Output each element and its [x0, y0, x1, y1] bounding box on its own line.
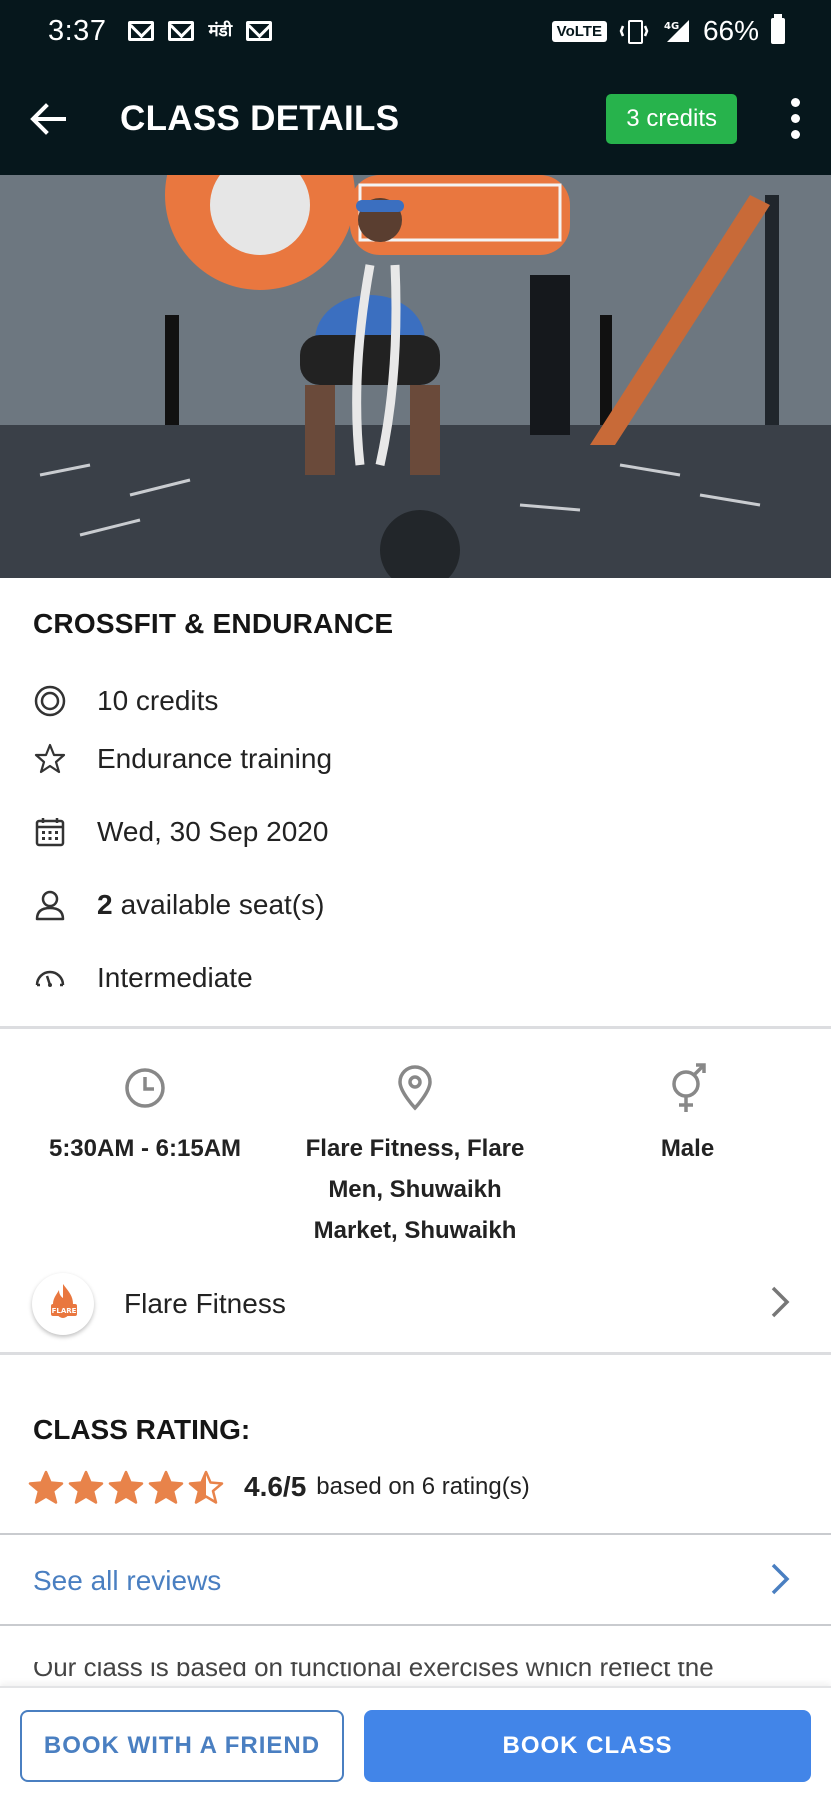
- page-title: CLASS DETAILS: [120, 98, 400, 138]
- credits-badge[interactable]: 3 credits: [606, 93, 737, 144]
- more-options-button[interactable]: [773, 84, 817, 154]
- location-pin-icon: [395, 1062, 435, 1114]
- star-icon: [188, 1470, 224, 1504]
- divider: [0, 1026, 831, 1029]
- chevron-right-icon: [769, 1285, 791, 1324]
- date-row: Wed, 30 Sep 2020: [33, 814, 328, 850]
- signal-4g-icon: 4G: [661, 18, 691, 44]
- category-row: Endurance training: [33, 741, 332, 777]
- see-all-reviews-label: See all reviews: [33, 1565, 222, 1596]
- rating-caption: based on 6 rating(s): [316, 1473, 530, 1500]
- description-text: Our class is based on functional exercis…: [33, 1662, 714, 1682]
- class-description: Our class is based on functional exercis…: [33, 1662, 813, 1684]
- status-time: 3:37: [48, 14, 107, 47]
- star-icon: [108, 1470, 144, 1504]
- rating-value: 4.6/5: [244, 1471, 307, 1502]
- volte-icon: VoLTE: [551, 20, 607, 42]
- mandi-app-icon: मंडी: [208, 20, 233, 41]
- rating-row: 4.6/5 based on 6 rating(s): [28, 1470, 530, 1504]
- bottom-action-bar: BOOK WITH A FRIEND BOOK CLASS: [0, 1686, 831, 1802]
- class-title: CROSSFIT & ENDURANCE: [33, 608, 394, 639]
- see-all-reviews-link[interactable]: See all reviews: [0, 1537, 831, 1625]
- star-icon: [68, 1470, 104, 1504]
- arrow-left-icon: [30, 102, 66, 135]
- divider: [0, 1352, 831, 1355]
- time-info: 5:30AM - 6:15AM: [30, 1062, 260, 1169]
- date-text: Wed, 30 Sep 2020: [97, 816, 329, 847]
- gender-info: Male: [600, 1062, 775, 1169]
- calendar-icon: [33, 814, 81, 850]
- mail-icon: [128, 21, 155, 41]
- rating-heading: CLASS RATING:: [33, 1414, 251, 1445]
- app-bar: CLASS DETAILS 3 credits: [0, 62, 831, 175]
- battery-percent: 66%: [702, 15, 759, 46]
- rating-stars: [28, 1470, 224, 1504]
- more-vertical-icon: [790, 98, 800, 107]
- battery-icon: [771, 14, 785, 44]
- mail-icon: [246, 21, 273, 41]
- seats-count: 2: [97, 889, 113, 920]
- time-text: 5:30AM - 6:15AM: [48, 1135, 242, 1162]
- location-line-1: Flare Fitness, Flare: [305, 1135, 525, 1162]
- star-outline-icon: [33, 741, 81, 777]
- status-bar: 3:37 मंडी VoLTE 4G 66%: [0, 0, 831, 62]
- svg-text:4G: 4G: [664, 21, 679, 32]
- book-with-friend-button[interactable]: BOOK WITH A FRIEND: [20, 1710, 344, 1782]
- credits-text: 10 credits: [97, 685, 219, 716]
- gym-row[interactable]: FLARE Flare Fitness: [0, 1265, 831, 1343]
- divider: [0, 1533, 831, 1535]
- star-icon: [148, 1470, 184, 1504]
- person-icon: [33, 887, 81, 923]
- system-icons: VoLTE 4G 66%: [551, 14, 785, 47]
- location-line-3: Market, Shuwaikh: [313, 1217, 517, 1244]
- book-class-button[interactable]: BOOK CLASS: [364, 1710, 811, 1782]
- target-icon: [33, 683, 81, 719]
- vibrate-icon: [619, 18, 649, 44]
- clock-icon: [123, 1062, 167, 1114]
- star-icon: [28, 1470, 64, 1504]
- gym-logo-text: FLARE: [52, 1307, 77, 1315]
- gym-name: Flare Fitness: [124, 1288, 286, 1319]
- level-text: Intermediate: [97, 962, 253, 993]
- credits-row: 10 credits: [33, 683, 218, 719]
- gym-logo: FLARE: [32, 1273, 94, 1335]
- gender-icon: [666, 1062, 710, 1114]
- location-line-2: Men, Shuwaikh: [328, 1176, 502, 1203]
- gauge-icon: [33, 960, 81, 996]
- class-hero-image: [0, 175, 831, 578]
- seats-row: 2 available seat(s): [33, 887, 324, 923]
- mail-icon: [168, 21, 195, 41]
- seats-label: available seat(s): [120, 889, 325, 920]
- divider: [0, 1624, 831, 1626]
- gender-text: Male: [660, 1135, 715, 1162]
- location-info[interactable]: Flare Fitness, Flare Men, Shuwaikh Marke…: [290, 1062, 540, 1251]
- level-row: Intermediate: [33, 960, 253, 996]
- back-button[interactable]: [18, 89, 78, 149]
- category-text: Endurance training: [97, 743, 333, 774]
- chevron-right-icon: [769, 1562, 791, 1601]
- notification-icons: मंडी: [128, 20, 273, 41]
